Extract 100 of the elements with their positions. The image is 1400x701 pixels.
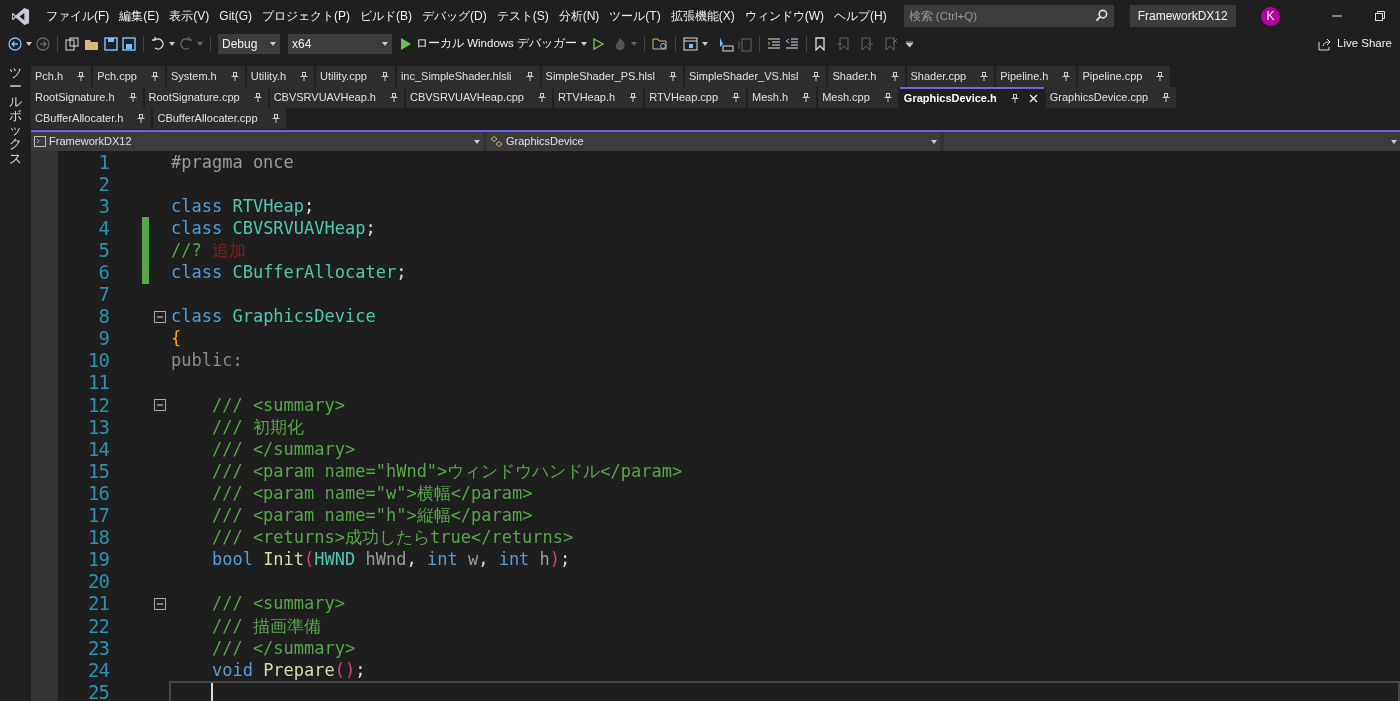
file-tab[interactable]: Pch.h <box>31 66 92 87</box>
play-outline-icon[interactable] <box>593 38 605 50</box>
pin-icon[interactable] <box>732 93 741 102</box>
live-share-button[interactable]: Live Share <box>1318 35 1392 53</box>
menu-item[interactable]: テスト(S) <box>491 4 554 28</box>
menu-item[interactable]: ウィンドウ(W) <box>739 4 829 28</box>
toolbox-tab[interactable]: ツールボックス <box>9 66 22 167</box>
window-icon[interactable] <box>683 37 699 51</box>
save-all-icon[interactable] <box>122 37 136 51</box>
pin-icon[interactable] <box>1062 72 1071 81</box>
pin-icon[interactable] <box>1162 93 1171 102</box>
pin-icon[interactable] <box>137 114 146 123</box>
configuration-dropdown[interactable]: Debug <box>218 34 280 54</box>
menu-item[interactable]: プロジェクト(P) <box>257 4 355 28</box>
collapse-icon[interactable] <box>154 399 166 412</box>
file-tab[interactable]: System.h <box>166 66 245 87</box>
file-tab[interactable]: RootSignature.cpp <box>144 87 268 108</box>
start-debugging-button[interactable]: ローカル Windows デバッガー <box>400 34 578 54</box>
dropdown-arrow-icon[interactable] <box>702 42 709 46</box>
folder-search-icon[interactable] <box>652 37 669 51</box>
bookmark-icon[interactable] <box>814 37 827 51</box>
menu-item[interactable]: ツール(T) <box>604 4 666 28</box>
bookmark-next-icon[interactable] <box>860 37 875 51</box>
menu-item[interactable]: デバッグ(D) <box>417 4 492 28</box>
file-tab[interactable]: Shader.h <box>828 66 905 87</box>
file-tab[interactable]: Pipeline.h <box>996 66 1077 87</box>
file-tab[interactable]: SimpleShader_VS.hlsl <box>685 66 827 87</box>
pin-icon[interactable] <box>271 114 280 123</box>
dropdown-arrow-icon[interactable] <box>931 139 937 144</box>
dropdown-arrow-icon[interactable] <box>382 42 388 46</box>
pin-icon[interactable] <box>1010 94 1019 103</box>
user-avatar[interactable]: K <box>1261 6 1280 26</box>
bookmark-prev-icon[interactable] <box>836 37 851 51</box>
new-project-icon[interactable] <box>65 36 80 52</box>
menu-item[interactable]: ファイル(F) <box>41 4 115 28</box>
file-tab[interactable]: CBVSRVUAVHeap.cpp <box>405 87 552 108</box>
pin-icon[interactable] <box>802 93 811 102</box>
pin-icon[interactable] <box>669 72 677 81</box>
menu-item[interactable]: ヘルプ(H) <box>829 4 892 28</box>
platform-dropdown[interactable]: x64 <box>288 34 392 54</box>
dropdown-arrow-icon[interactable] <box>169 42 175 46</box>
pin-icon[interactable] <box>389 93 398 102</box>
file-tab[interactable]: RootSignature.h <box>31 87 143 108</box>
close-icon[interactable] <box>1028 94 1038 103</box>
uncomment-lines-icon[interactable] <box>785 37 800 51</box>
scope-dropdown[interactable]: GraphicsDevice <box>487 132 940 151</box>
file-tab[interactable]: Pch.cpp <box>93 66 165 87</box>
file-tab[interactable]: CBVSRVUAVHeap.h <box>269 87 404 108</box>
pin-icon[interactable] <box>77 72 86 81</box>
pin-icon[interactable] <box>300 72 308 81</box>
pin-icon[interactable] <box>128 93 137 102</box>
pin-icon[interactable] <box>380 72 389 81</box>
pin-icon[interactable] <box>253 93 262 102</box>
back-icon[interactable] <box>8 37 22 51</box>
pin-icon[interactable] <box>980 72 989 81</box>
file-tab[interactable]: RTVHeap.h <box>553 87 644 108</box>
file-tab[interactable]: Shader.cpp <box>906 66 995 87</box>
search-field[interactable]: 検索 (Ctrl+Q) <box>903 5 1114 27</box>
menu-item[interactable]: Git(G) <box>214 4 257 28</box>
dropdown-arrow-icon[interactable] <box>1391 139 1397 144</box>
pin-icon[interactable] <box>629 93 638 102</box>
dropdown-arrow-icon[interactable] <box>581 42 588 46</box>
file-tab[interactable]: RTVHeap.cpp <box>645 87 747 108</box>
dropdown-arrow-icon[interactable] <box>906 41 914 47</box>
file-tab[interactable]: CBufferAllocater.cpp <box>153 108 286 129</box>
pin-icon[interactable] <box>890 72 899 81</box>
pin-icon[interactable] <box>525 72 534 81</box>
project-dropdown[interactable]: FrameworkDX12 <box>31 132 483 151</box>
collapse-icon[interactable] <box>154 310 166 323</box>
menu-item[interactable]: 拡張機能(X) <box>665 4 740 28</box>
save-icon[interactable] <box>104 37 118 51</box>
menu-item[interactable]: 編集(E) <box>114 4 165 28</box>
pin-icon[interactable] <box>150 72 159 81</box>
menu-item[interactable]: 分析(N) <box>553 4 605 28</box>
file-tab[interactable]: Utility.h <box>246 66 314 87</box>
dropdown-arrow-icon[interactable] <box>474 139 480 144</box>
file-tab[interactable]: CBufferAllocater.h <box>31 108 152 129</box>
comment-lines-icon[interactable] <box>767 37 782 51</box>
undo-icon[interactable] <box>151 37 165 51</box>
pin-icon[interactable] <box>883 93 892 102</box>
menu-item[interactable]: ビルド(B) <box>355 4 417 28</box>
bookmark-clear-icon[interactable] <box>884 37 899 51</box>
pin-icon[interactable] <box>537 93 546 102</box>
open-folder-icon[interactable] <box>84 37 100 51</box>
file-tab[interactable]: GraphicsDevice.cpp <box>1045 87 1177 108</box>
dropdown-arrow-icon[interactable] <box>270 42 276 46</box>
file-tab[interactable]: SimpleShader_PS.hlsl <box>541 66 683 87</box>
file-tab[interactable]: Mesh.cpp <box>818 87 898 108</box>
pin-icon[interactable] <box>230 72 239 81</box>
file-tab[interactable]: inc_SimpleShader.hlsli <box>396 66 540 87</box>
pin-icon[interactable] <box>812 72 821 81</box>
cursor-select-icon[interactable] <box>718 36 735 52</box>
pin-icon[interactable] <box>1156 72 1165 81</box>
file-tab[interactable]: Utility.cpp <box>316 66 395 87</box>
file-tab[interactable]: Pipeline.cpp <box>1078 66 1171 87</box>
file-tab[interactable]: Mesh.h <box>748 87 817 108</box>
menu-item[interactable]: 表示(V) <box>164 4 215 28</box>
collapse-icon[interactable] <box>154 597 166 610</box>
dropdown-arrow-icon[interactable] <box>26 42 32 46</box>
line-number: 20 <box>87 572 109 592</box>
